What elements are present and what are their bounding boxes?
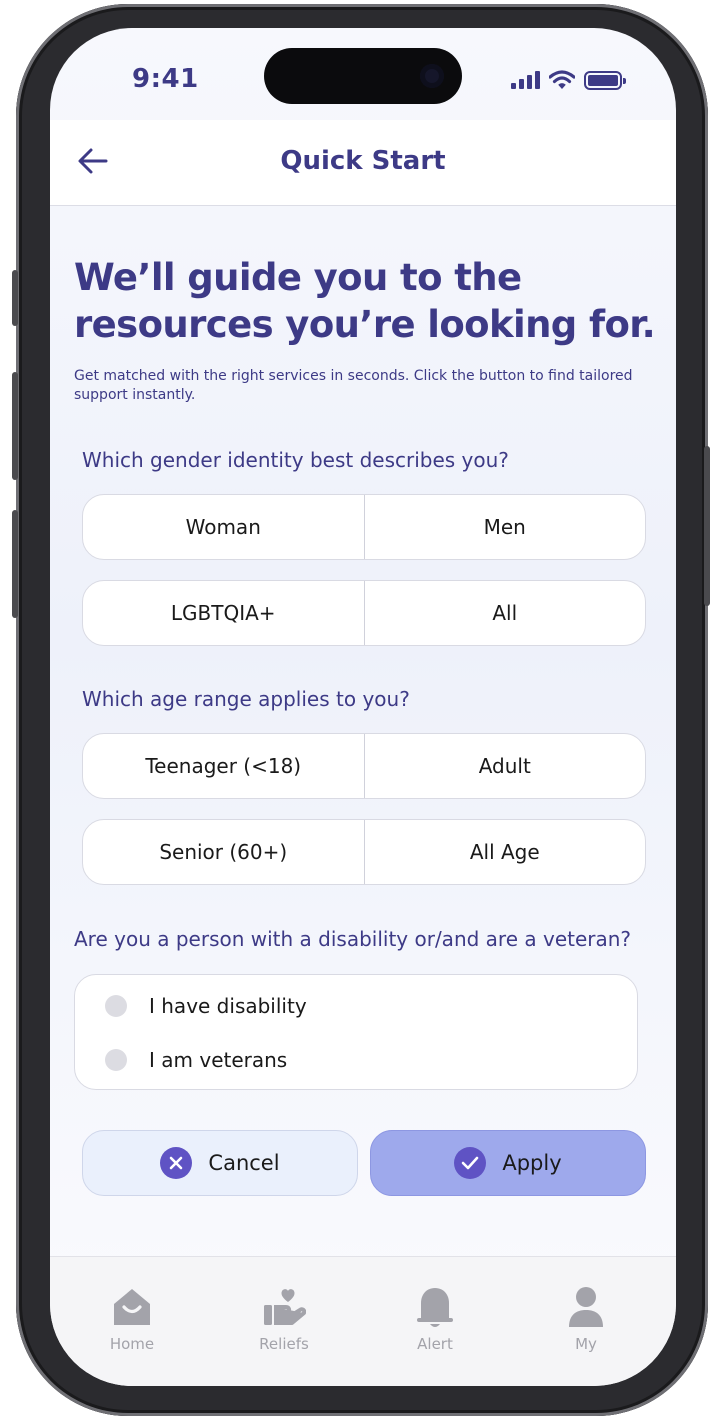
bell-icon <box>417 1288 453 1327</box>
page-title: Quick Start <box>280 146 446 176</box>
headline: We’ll guide you to the resources you’re … <box>74 256 656 346</box>
age-option-all-age[interactable]: All Age <box>363 820 646 884</box>
volume-down-button <box>12 510 18 618</box>
veteran-label: I am veterans <box>149 1048 288 1072</box>
intro-subtext: Get matched with the right services in s… <box>74 368 633 403</box>
dynamic-island <box>264 48 462 104</box>
status-options-box: I have disability I am veterans <box>74 974 638 1090</box>
home-icon <box>114 1289 150 1325</box>
signal-icon <box>511 71 540 89</box>
user-icon <box>569 1287 603 1327</box>
header: Quick Start <box>50 120 676 206</box>
tab-bar: Home Reliefs Alert My <box>50 1256 676 1386</box>
apply-label: Apply <box>502 1151 562 1175</box>
tab-label-my: My <box>575 1335 597 1353</box>
tab-label-home: Home <box>109 1335 155 1353</box>
disability-radio[interactable] <box>105 995 127 1017</box>
tab-alert[interactable]: Alert <box>385 1285 485 1353</box>
age-option-teenager[interactable]: Teenager (<18) <box>83 734 364 798</box>
mute-switch <box>12 270 18 326</box>
apply-button[interactable]: Apply <box>370 1130 646 1196</box>
power-button <box>704 446 710 606</box>
gender-options-row-2: LGBTQIA+ All <box>82 580 646 646</box>
close-icon <box>160 1147 193 1179</box>
age-option-adult[interactable]: Adult <box>363 734 646 798</box>
wifi-icon <box>549 70 575 89</box>
tab-my[interactable]: My <box>536 1285 636 1353</box>
tab-label-alert: Alert <box>417 1335 453 1353</box>
veteran-option[interactable]: I am veterans <box>105 1048 287 1072</box>
volume-up-button <box>12 372 18 480</box>
age-question: Which age range applies to you? <box>82 687 410 711</box>
battery-icon <box>584 70 626 90</box>
check-icon <box>454 1147 487 1179</box>
tab-home[interactable]: Home <box>82 1285 182 1353</box>
gender-option-lgbtqia[interactable]: LGBTQIA+ <box>83 581 364 645</box>
gender-options-row-1: Woman Men <box>82 494 646 560</box>
tab-reliefs[interactable]: Reliefs <box>234 1285 334 1353</box>
disability-option[interactable]: I have disability <box>105 994 307 1018</box>
disability-label: I have disability <box>149 994 307 1018</box>
status-time: 9:41 <box>132 64 199 94</box>
age-option-senior[interactable]: Senior (60+) <box>83 820 364 884</box>
age-options-row-1: Teenager (<18) Adult <box>82 733 646 799</box>
age-options-row-2: Senior (60+) All Age <box>82 819 646 885</box>
gender-option-woman[interactable]: Woman <box>83 495 364 559</box>
gender-option-men[interactable]: Men <box>363 495 646 559</box>
gender-question: Which gender identity best describes you… <box>82 448 509 472</box>
status-icons <box>511 70 626 90</box>
heart-hand-icon <box>264 1289 306 1325</box>
gender-option-all[interactable]: All <box>363 581 646 645</box>
tab-label-reliefs: Reliefs <box>259 1335 309 1353</box>
cancel-button[interactable]: Cancel <box>82 1130 358 1196</box>
cancel-label: Cancel <box>208 1151 280 1175</box>
status-question: Are you a person with a disability or/an… <box>74 927 632 951</box>
camera-icon <box>420 64 444 88</box>
veteran-radio[interactable] <box>105 1049 127 1071</box>
screen: 9:41 Quick Start We’ll guide you to the … <box>50 28 676 1386</box>
